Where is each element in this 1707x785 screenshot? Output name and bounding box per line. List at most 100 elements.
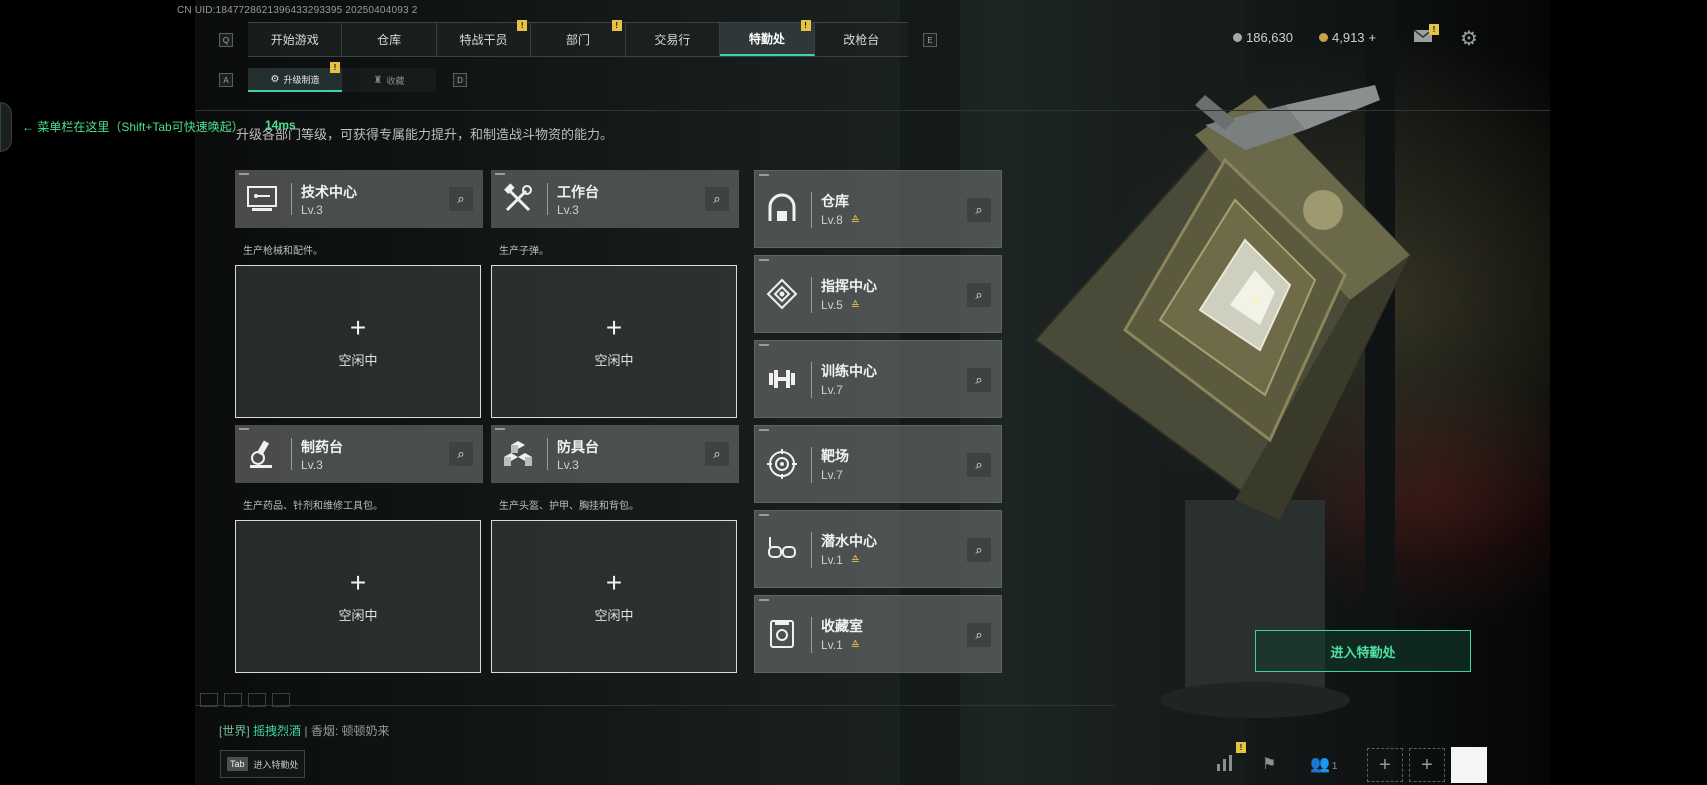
facility-note: 生产药品、针剂和维修工具包。 xyxy=(243,501,383,512)
facility-diving-center[interactable]: 潜水中心 Lv.1 ≙ ⌕ xyxy=(754,510,1002,588)
add-squad-slot-button[interactable]: + xyxy=(1367,748,1403,782)
tab-label: 改枪台 xyxy=(843,33,880,47)
drawer-handle[interactable] xyxy=(0,102,12,152)
tab-warehouse[interactable]: 仓库 xyxy=(342,23,437,56)
facility-header[interactable]: 防具台 Lv.3 ⌕ xyxy=(491,425,739,483)
command-icon xyxy=(765,277,799,311)
separator xyxy=(547,438,548,470)
facility-name: 训练中心 xyxy=(821,363,877,379)
search-icon: ⌕ xyxy=(457,446,465,461)
search-button[interactable]: ⌕ xyxy=(967,453,991,477)
craft-slot[interactable]: + 空闲中 xyxy=(491,265,737,418)
coin-amount: 186,630 xyxy=(1246,30,1293,45)
search-icon: ⌕ xyxy=(713,191,721,206)
subtab-label: 收藏 xyxy=(386,75,405,86)
facility-name: 技术中心 xyxy=(301,184,357,200)
tab-gunsmith[interactable]: 改枪台 xyxy=(815,23,908,56)
craft-slot[interactable]: + 空闲中 xyxy=(235,265,481,418)
level-text: Lv.8 xyxy=(821,213,843,227)
facility-level: Lv.1 ≙ xyxy=(821,553,860,567)
tab-special-ops[interactable]: 特勤处! xyxy=(720,20,815,56)
search-button[interactable]: ⌕ xyxy=(705,187,729,211)
separator xyxy=(291,183,292,215)
separator xyxy=(811,362,812,398)
facility-name: 靶场 xyxy=(821,448,849,464)
chat-separator: | xyxy=(304,724,308,738)
gold-balance[interactable]: 4,913 + xyxy=(1319,30,1376,45)
search-icon: ⌕ xyxy=(713,446,721,461)
search-button[interactable]: ⌕ xyxy=(705,442,729,466)
player-avatar[interactable] xyxy=(1451,747,1487,783)
separator xyxy=(291,438,292,470)
alert-badge: ! xyxy=(517,20,528,31)
craft-slot[interactable]: + 空闲中 xyxy=(235,520,481,673)
facility-shooting-range[interactable]: 靶场 Lv.7 ⌕ xyxy=(754,425,1002,503)
search-button[interactable]: ⌕ xyxy=(967,538,991,562)
search-button[interactable]: ⌕ xyxy=(967,198,991,222)
upgrade-available-icon: ≙ xyxy=(850,215,861,227)
quick-slot[interactable] xyxy=(200,693,218,707)
tab-label: 开始游戏 xyxy=(270,33,319,47)
player-uid: CN UID:1847728621396433293395 2025040409… xyxy=(177,5,418,16)
gold-icon xyxy=(1319,33,1328,42)
separator xyxy=(811,617,812,653)
alert-badge: ! xyxy=(1429,24,1439,35)
tab-hint-label: 进入特勤处 xyxy=(253,759,299,770)
facility-header[interactable]: 制药台 Lv.3 ⌕ xyxy=(235,425,483,483)
chat-message: 顿顿奶来 xyxy=(341,724,390,738)
facility-level: Lv.3 xyxy=(557,458,579,472)
tab-department[interactable]: 部门! xyxy=(531,20,626,56)
tab-start-game[interactable]: 开始游戏 xyxy=(248,23,343,56)
tab-trading[interactable]: 交易行 xyxy=(626,23,721,56)
quick-slot[interactable] xyxy=(224,693,242,707)
facility-note: 生产头盔、护甲、胸挂和背包。 xyxy=(499,501,639,512)
tab-operators[interactable]: 特战干员! xyxy=(437,20,532,56)
facility-collection-room[interactable]: 收藏室 Lv.1 ≙ ⌕ xyxy=(754,595,1002,673)
sub-tab-bar: ⚙ 升级制造 ! ♜ 收藏 xyxy=(248,62,438,92)
separator xyxy=(811,532,812,568)
subtab-upgrade-craft[interactable]: ⚙ 升级制造 ! xyxy=(248,62,342,92)
slot-status: 空闲中 xyxy=(338,353,378,368)
plus-icon: + xyxy=(605,312,623,343)
menu-hint-text: ← 菜单栏在这里（Shift+Tab可快速唤起） xyxy=(22,120,244,134)
plus-icon: + xyxy=(605,567,623,598)
facility-note: 生产枪械和配件。 xyxy=(243,246,323,257)
settings-gear-icon[interactable]: ⚙ xyxy=(1460,26,1478,51)
add-gold-icon[interactable]: + xyxy=(1369,30,1377,45)
level-text: Lv.7 xyxy=(821,468,843,482)
craft-slot[interactable]: + 空闲中 xyxy=(491,520,737,673)
facility-header[interactable]: 技术中心 Lv.3 ⌕ xyxy=(235,170,483,228)
gear-icon: ⚙ xyxy=(270,73,280,85)
search-button[interactable]: ⌕ xyxy=(967,623,991,647)
facility-header[interactable]: 工作台 Lv.3 ⌕ xyxy=(491,170,739,228)
facility-command-center[interactable]: 指挥中心 Lv.5 ≙ ⌕ xyxy=(754,255,1002,333)
menu-hint-banner[interactable]: ← 菜单栏在这里（Shift+Tab可快速唤起） 14ms xyxy=(0,102,330,152)
top-tab-bar: 开始游戏 仓库 特战干员! 部门! 交易行 特勤处! 改枪台 xyxy=(248,20,908,57)
stats-chart-icon[interactable] xyxy=(1215,754,1235,777)
world-chat-line[interactable]: [世界] 摇拽烈酒 | 香烟: 顿顿奶来 xyxy=(219,722,390,739)
mail-button[interactable]: ! xyxy=(1413,24,1439,44)
search-button[interactable]: ⌕ xyxy=(449,442,473,466)
tab-key-hint[interactable]: Tab 进入特勤处 xyxy=(220,750,305,778)
monitor-icon xyxy=(245,182,279,216)
flag-icon[interactable]: ⚑ xyxy=(1262,754,1276,774)
friends-icon[interactable]: 👥 1 xyxy=(1310,754,1337,774)
facility-warehouse[interactable]: 仓库 Lv.8 ≙ ⌕ xyxy=(754,170,1002,248)
search-button[interactable]: ⌕ xyxy=(449,187,473,211)
facility-name: 仓库 xyxy=(821,193,849,209)
search-button[interactable]: ⌕ xyxy=(967,368,991,392)
enter-special-ops-button[interactable]: 进入特勤处 xyxy=(1255,630,1471,672)
quick-slot[interactable] xyxy=(248,693,266,707)
search-button[interactable]: ⌕ xyxy=(967,283,991,307)
facility-pharmacy: 制药台 Lv.3 ⌕ 生产药品、针剂和维修工具包。 + 空闲中 xyxy=(235,425,483,675)
diving-mask-icon xyxy=(765,532,799,566)
ping-readout: 14ms xyxy=(265,118,296,132)
plus-icon: + xyxy=(349,567,367,598)
subtab-collection[interactable]: ♜ 收藏 xyxy=(342,68,436,92)
add-squad-slot-button[interactable]: + xyxy=(1409,748,1445,782)
corner-mark xyxy=(759,599,769,601)
gold-amount: 4,913 xyxy=(1332,30,1365,45)
quick-slot[interactable] xyxy=(272,693,290,707)
facility-training-center[interactable]: 训练中心 Lv.7 ⌕ xyxy=(754,340,1002,418)
corner-mark xyxy=(759,344,769,346)
